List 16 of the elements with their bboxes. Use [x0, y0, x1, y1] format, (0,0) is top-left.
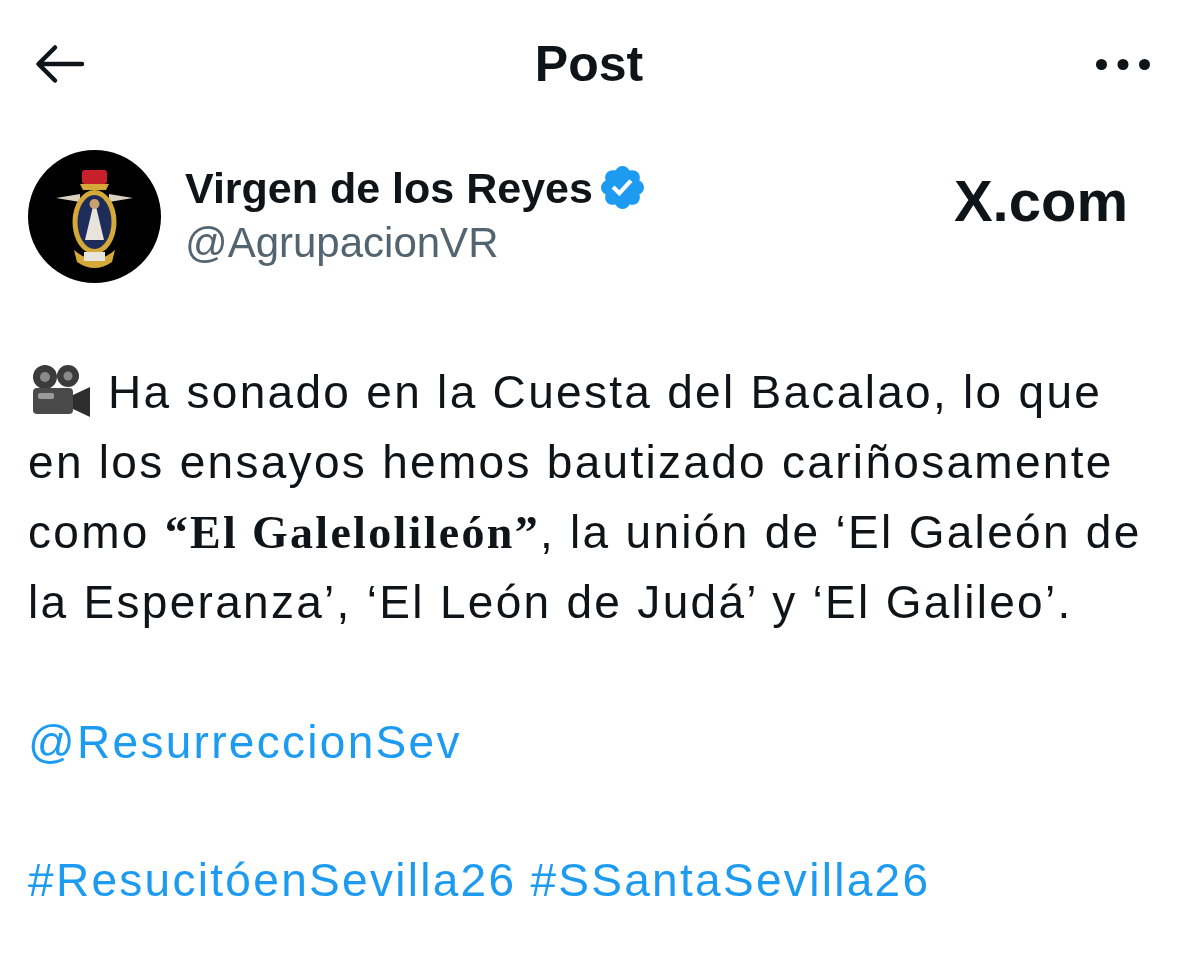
mention-link[interactable]: @ResurreccionSev	[28, 707, 462, 777]
page-title: Post	[534, 35, 644, 94]
more-icon	[1096, 58, 1150, 70]
more-button[interactable]	[1096, 58, 1150, 70]
hashtag-link[interactable]: #SSantaSevilla26	[530, 845, 931, 915]
post-text-line: como “El Galelolileón”, la unión de ‘El Galeón de	[28, 504, 1142, 560]
post-text-line: Ha sonado en la Cuesta del Bacalao, lo que	[108, 365, 1103, 420]
author-name[interactable]: Virgen de los Reyes	[185, 161, 593, 214]
crest-avatar[interactable]	[28, 150, 161, 283]
back-arrow-icon	[35, 44, 85, 84]
post-text-line: en los ensayos hemos bautizado cariñosamente	[28, 435, 1114, 490]
back-button[interactable]	[35, 44, 85, 84]
site-label: X.com	[953, 172, 1128, 230]
hashtag-link[interactable]: #ResucitóenSevilla26	[28, 845, 517, 915]
post-text-line: la Esperanza’, ‘El León de Judá’ y ‘El Galileo’.	[28, 575, 1073, 630]
author-handle[interactable]: @AgrupacionVR	[185, 217, 644, 268]
